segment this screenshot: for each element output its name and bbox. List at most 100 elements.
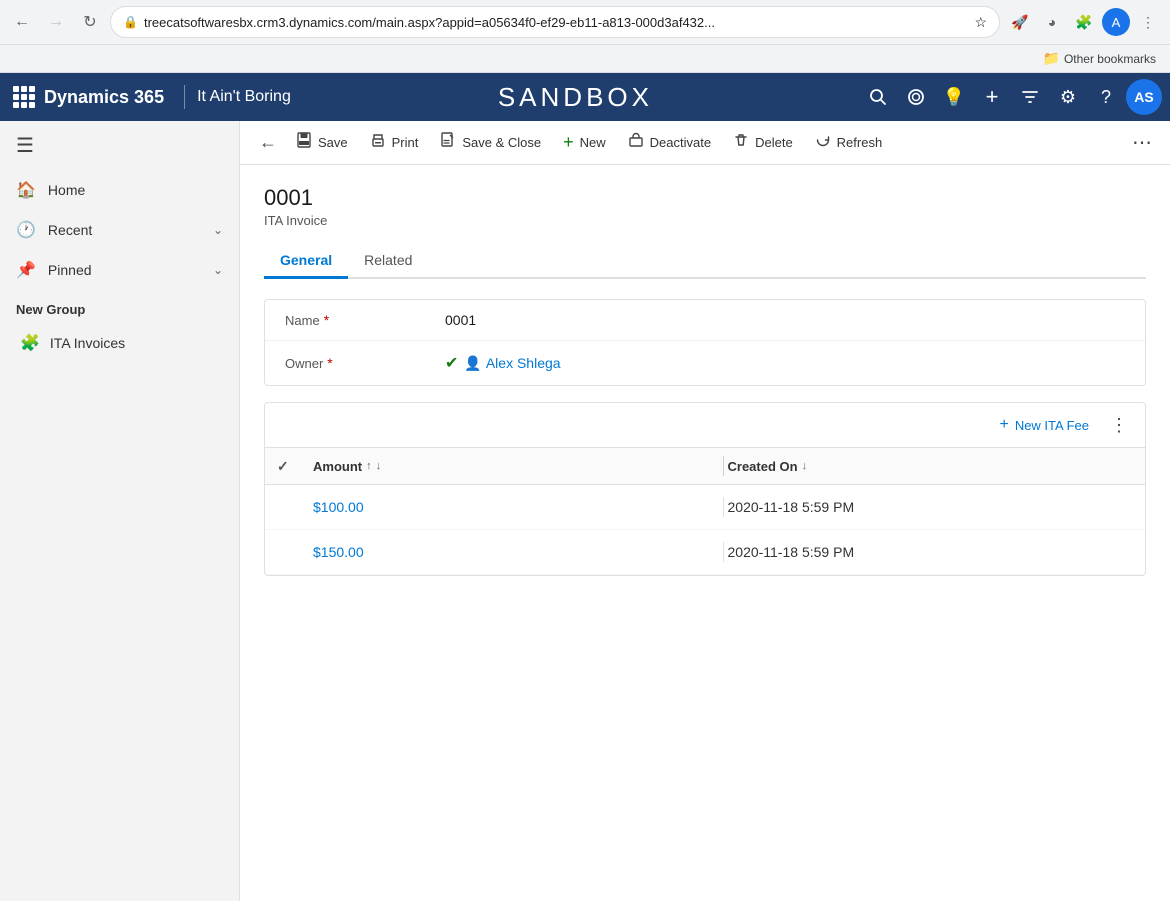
chrome-avatar-button[interactable]: A [1102, 8, 1130, 36]
form-back-button[interactable]: ← [252, 127, 284, 159]
save-close-button[interactable]: Save & Close [430, 126, 551, 159]
form-tabs: General Related [264, 244, 1146, 279]
content-area: ← Save Print Save & [240, 121, 1170, 901]
app-name[interactable]: It Ain't Boring [197, 88, 291, 106]
form-section: Name * 0001 Owner * ✔ 👤 [264, 299, 1146, 386]
new-ita-fee-button[interactable]: + New ITA Fee [991, 412, 1097, 438]
tab-general[interactable]: General [264, 244, 348, 279]
subgrid-check-column: ✓ [277, 458, 313, 475]
created-sort-icon: ↓ [802, 460, 808, 472]
recent-icon: 🕐 [16, 220, 36, 240]
save-button[interactable]: Save [286, 126, 358, 159]
pin-icon: 📌 [16, 260, 36, 280]
owner-required-star: * [327, 355, 332, 371]
ita-invoices-icon: 🧩 [20, 333, 40, 353]
new-button[interactable]: + New [553, 126, 616, 159]
table-row[interactable]: $100.00 2020-11-18 5:59 PM [265, 485, 1145, 530]
other-bookmarks-folder[interactable]: 📁 Other bookmarks [1037, 48, 1162, 69]
sidebar: ☰ 🏠 Home 🕐 Recent ⌄ 📌 Pinned ⌄ New Group… [0, 121, 240, 901]
name-required-star: * [324, 312, 329, 328]
owner-field-row: Owner * ✔ 👤 Alex Shlega [265, 341, 1145, 385]
subgrid-check-icon[interactable]: ✓ [277, 458, 289, 475]
browser-forward-button[interactable]: → [42, 8, 70, 36]
subgrid-created-header[interactable]: Created On ↓ [728, 459, 1134, 474]
owner-check-icon: ✔ [445, 353, 458, 373]
command-bar: ← Save Print Save & [240, 121, 1170, 165]
row2-amount: $150.00 [313, 544, 719, 560]
help-button[interactable]: ? [1088, 79, 1124, 115]
extension-icon[interactable]: ◕ [1038, 8, 1066, 36]
sidebar-item-home[interactable]: 🏠 Home [0, 170, 239, 210]
subgrid-col-divider [723, 456, 724, 476]
save-close-icon [440, 132, 456, 153]
print-icon [370, 132, 386, 153]
sort-down-icon: ↓ [376, 460, 382, 472]
add-button[interactable]: + [974, 79, 1010, 115]
new-plus-icon: + [563, 132, 574, 153]
pinned-chevron-icon: ⌄ [213, 263, 223, 277]
refresh-icon [815, 132, 831, 153]
dynamics-brand[interactable]: Dynamics 365 [44, 87, 164, 108]
address-bar[interactable]: 🔒 treecatsoftwaresbx.crm3.dynamics.com/m… [110, 6, 1000, 38]
subgrid-section: + New ITA Fee ⋮ ✓ Amount ↑ ↓ [264, 402, 1146, 576]
tab-related[interactable]: Related [348, 244, 428, 279]
table-row[interactable]: $150.00 2020-11-18 5:59 PM [265, 530, 1145, 575]
goal-button[interactable] [898, 79, 934, 115]
name-label: Name * [285, 312, 445, 328]
top-nav: Dynamics 365 It Ain't Boring SANDBOX 💡 +… [0, 73, 1170, 121]
subgrid-amount-header[interactable]: Amount ↑ ↓ [313, 459, 719, 474]
print-button[interactable]: Print [360, 126, 429, 159]
deactivate-icon [628, 132, 644, 153]
lightbulb-button[interactable]: 💡 [936, 79, 972, 115]
lock-icon: 🔒 [123, 15, 138, 29]
search-button[interactable] [860, 79, 896, 115]
waffle-menu-button[interactable] [8, 81, 40, 113]
waffle-grid-icon [13, 86, 35, 108]
sort-up-icon: ↑ [366, 460, 372, 472]
browser-chrome: ← → ↻ 🔒 treecatsoftwaresbx.crm3.dynamics… [0, 0, 1170, 73]
browser-actions: 🚀 ◕ 🧩 A ⋮ [1006, 8, 1162, 36]
subgrid-more-button[interactable]: ⋮ [1105, 411, 1133, 439]
save-icon [296, 132, 312, 153]
browser-back-button[interactable]: ← [8, 8, 36, 36]
sidebar-item-ita-invoices[interactable]: 🧩 ITA Invoices [0, 323, 239, 363]
sandbox-title: SANDBOX [291, 82, 860, 113]
bookmarks-bar: 📁 Other bookmarks [0, 44, 1170, 72]
name-field-row: Name * 0001 [265, 300, 1145, 341]
browser-menu-icon[interactable]: ⋮ [1134, 8, 1162, 36]
folder-icon: 📁 [1043, 50, 1060, 67]
user-avatar[interactable]: AS [1126, 79, 1162, 115]
record-subtitle: ITA Invoice [264, 213, 1146, 228]
name-value[interactable]: 0001 [445, 312, 1125, 328]
settings-button[interactable]: ⚙ [1050, 79, 1086, 115]
nav-actions: 💡 + ⚙ ? AS [860, 79, 1162, 115]
command-more-button[interactable]: ⋯ [1126, 127, 1158, 159]
delete-button[interactable]: Delete [723, 126, 803, 159]
puzzle-extension-icon[interactable]: 🧩 [1070, 8, 1098, 36]
delete-icon [733, 132, 749, 153]
row2-divider [723, 542, 724, 562]
sidebar-item-recent[interactable]: 🕐 Recent ⌄ [0, 210, 239, 250]
address-text: treecatsoftwaresbx.crm3.dynamics.com/mai… [144, 15, 968, 30]
rocket-extension-icon[interactable]: 🚀 [1006, 8, 1034, 36]
subgrid-plus-icon: + [999, 416, 1008, 434]
row1-created: 2020-11-18 5:59 PM [728, 499, 1134, 515]
subgrid-toolbar: + New ITA Fee ⋮ [265, 403, 1145, 448]
sidebar-hamburger-button[interactable]: ☰ [0, 121, 239, 170]
row1-divider [723, 497, 724, 517]
star-icon[interactable]: ☆ [974, 14, 987, 31]
subgrid-header: ✓ Amount ↑ ↓ Created On ↓ [265, 448, 1145, 485]
deactivate-button[interactable]: Deactivate [618, 126, 721, 159]
filter-button[interactable] [1012, 79, 1048, 115]
home-icon: 🏠 [16, 180, 36, 200]
app-container: Dynamics 365 It Ain't Boring SANDBOX 💡 +… [0, 73, 1170, 901]
browser-toolbar: ← → ↻ 🔒 treecatsoftwaresbx.crm3.dynamics… [0, 0, 1170, 44]
sidebar-item-pinned[interactable]: 📌 Pinned ⌄ [0, 250, 239, 290]
row2-created: 2020-11-18 5:59 PM [728, 544, 1134, 560]
owner-link[interactable]: 👤 Alex Shlega [464, 355, 560, 372]
refresh-button[interactable]: Refresh [805, 126, 893, 159]
owner-value: ✔ 👤 Alex Shlega [445, 353, 1125, 373]
browser-reload-button[interactable]: ↻ [76, 8, 104, 36]
main-layout: ☰ 🏠 Home 🕐 Recent ⌄ 📌 Pinned ⌄ New Group… [0, 121, 1170, 901]
owner-label: Owner * [285, 355, 445, 371]
